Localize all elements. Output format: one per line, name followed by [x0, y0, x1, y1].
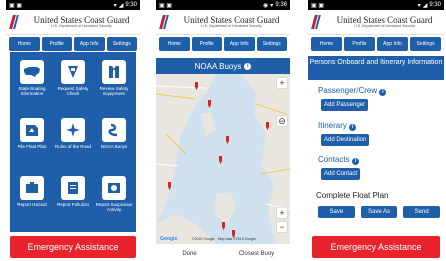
send-button[interactable]: Send: [403, 206, 441, 218]
tab-settings[interactable]: Settings: [256, 37, 287, 51]
status-left-icons: ▣ ▣: [311, 2, 325, 9]
add-passenger-button[interactable]: Add Passenger: [321, 99, 369, 111]
app-header: United States Coast Guard U.S. Departmen…: [308, 10, 444, 35]
emergency-assistance-button[interactable]: Emergency Assistance: [312, 236, 440, 258]
hazard-icon: [20, 176, 44, 200]
home-tile-grid: State Boating Information Request Safety…: [10, 52, 136, 232]
info-icon[interactable]: i: [351, 157, 359, 165]
passenger-heading: Passenger/Crew: [318, 86, 378, 95]
add-destination-button[interactable]: Add Destination: [321, 134, 370, 146]
tile-report-pollution[interactable]: Report Pollution: [53, 172, 93, 228]
app-header: United States Coast Guard U.S. Departmen…: [6, 10, 140, 35]
float-plan-icon: [20, 118, 44, 142]
tile-report-hazard[interactable]: Report Hazard: [12, 172, 52, 228]
itinerary-heading: Itinerary: [318, 121, 347, 130]
tab-profile[interactable]: Profile: [344, 37, 375, 51]
complete-float-plan-heading: Complete Float Plan: [316, 191, 389, 200]
tab-profile[interactable]: Profile: [191, 37, 222, 51]
wifi-icon: ▾: [113, 2, 117, 9]
zoom-in-button[interactable]: +: [277, 208, 287, 218]
info-icon[interactable]: i: [379, 88, 387, 96]
tab-home[interactable]: Home: [311, 37, 342, 51]
contacts-heading: Contacts: [318, 155, 350, 164]
coast-guard-logo-icon: [159, 15, 173, 29]
tab-app-info[interactable]: App Info: [224, 37, 255, 51]
status-bar: ▣ ▣ ▾ ◢ 9:30: [6, 0, 140, 10]
tile-float-plan[interactable]: File Float Plan: [12, 114, 52, 170]
tab-settings[interactable]: Settings: [410, 37, 441, 51]
home-screen: ▣ ▣ ▾ ◢ 9:30 United States Coast Guard U.S…: [6, 0, 140, 261]
wifi-icon: ▾: [417, 2, 421, 9]
clock-time: 9:30: [125, 2, 137, 8]
clock-time: 9:36: [275, 2, 287, 8]
add-contact-button[interactable]: Add Contact: [321, 168, 361, 180]
compass-icon: [61, 118, 85, 142]
location-icon: ◉: [263, 2, 269, 9]
buoy-icon: [102, 118, 126, 142]
wifi-icon: ▾: [270, 2, 274, 9]
tile-noaa-buoys[interactable]: NOAA Buoys: [94, 114, 134, 170]
tab-settings[interactable]: Settings: [106, 37, 137, 51]
us-map-icon: [20, 60, 44, 84]
zoom-out-button[interactable]: −: [277, 222, 287, 232]
app-subtitle: U.S. Department of Homeland Security: [201, 23, 262, 28]
map-title: NOAA Buoys: [194, 61, 242, 71]
coast-guard-logo-icon: [9, 15, 23, 29]
google-logo: Google: [160, 236, 178, 242]
status-bar: ▣ ▣ ◉ ▾ 9:36: [156, 0, 290, 10]
buoy-map[interactable]: + ⊖ + − Google ©2015 Google · Map data ©…: [156, 74, 290, 244]
tile-safety-check[interactable]: Request Safety Check: [53, 56, 93, 112]
nav-tabs: Home Profile App Info Settings: [156, 35, 290, 53]
tile-safety-equipment[interactable]: Review Safety Equipment: [94, 56, 134, 112]
itinerary-section: Itinerary i: [318, 121, 357, 131]
done-button[interactable]: Done: [156, 246, 223, 261]
tab-home[interactable]: Home: [159, 37, 190, 51]
clock-time: 9:30: [429, 2, 441, 8]
map-footer: Done Closest Buoy: [156, 246, 290, 261]
tile-report-suspicious[interactable]: Report Suspicious Activity: [94, 172, 134, 228]
map-copyright: ©2015 Google · Map data ©2015 Google: [192, 237, 256, 241]
tab-home[interactable]: Home: [9, 37, 40, 51]
app-subtitle: U.S. Department of Homeland Security: [354, 23, 415, 28]
tab-app-info[interactable]: App Info: [377, 37, 408, 51]
map-title-bar: NOAA Buoys i: [156, 58, 290, 74]
float-plan-actions: Save Save As Send: [318, 206, 441, 218]
app-header: United States Coast Guard U.S. Departmen…: [156, 10, 290, 35]
contacts-section: Contacts i: [318, 155, 359, 165]
passenger-section: Passenger/Crew i: [318, 86, 387, 96]
float-plan-screen: ▣ ▣ ▾ ◢ 9:30 United States Coast Guard U.S…: [308, 0, 444, 261]
map-canvas: [156, 74, 290, 244]
tab-app-info[interactable]: App Info: [74, 37, 105, 51]
pollution-icon: [61, 176, 85, 200]
life-jacket-icon: [102, 60, 126, 84]
tile-state-boating[interactable]: State Boating Information: [12, 56, 52, 112]
app-subtitle: U.S. Department of Homeland Security: [51, 23, 112, 28]
fullscreen-icon[interactable]: ⊖: [277, 116, 287, 126]
tile-rules-of-road[interactable]: Rules of the Road: [53, 114, 93, 170]
info-icon[interactable]: i: [349, 123, 357, 131]
save-button[interactable]: Save: [318, 206, 355, 218]
nav-tabs: Home Profile App Info Settings: [308, 35, 444, 53]
suspicious-activity-icon: [102, 176, 126, 200]
info-icon[interactable]: i: [244, 62, 252, 70]
status-left-icons: ▣ ▣: [159, 2, 173, 9]
tab-profile[interactable]: Profile: [41, 37, 72, 51]
signal-icon: ◢: [118, 2, 124, 9]
emergency-assistance-button[interactable]: Emergency Assistance: [10, 236, 136, 258]
signal-icon: ◢: [422, 2, 428, 9]
buoys-screen: ▣ ▣ ◉ ▾ 9:36 United States Coast Guard U.S…: [156, 0, 290, 261]
coast-guard-logo-icon: [311, 15, 325, 29]
section-title: Persons Onboard and Itinerary Informatio…: [308, 56, 444, 80]
nav-tabs: Home Profile App Info Settings: [6, 35, 140, 53]
safety-check-icon: [61, 60, 85, 84]
my-location-button[interactable]: +: [277, 78, 287, 88]
closest-buoy-button[interactable]: Closest Buoy: [223, 246, 290, 261]
save-as-button[interactable]: Save As: [360, 206, 398, 218]
status-left-icons: ▣ ▣: [9, 2, 23, 9]
status-bar: ▣ ▣ ▾ ◢ 9:30: [308, 0, 444, 10]
